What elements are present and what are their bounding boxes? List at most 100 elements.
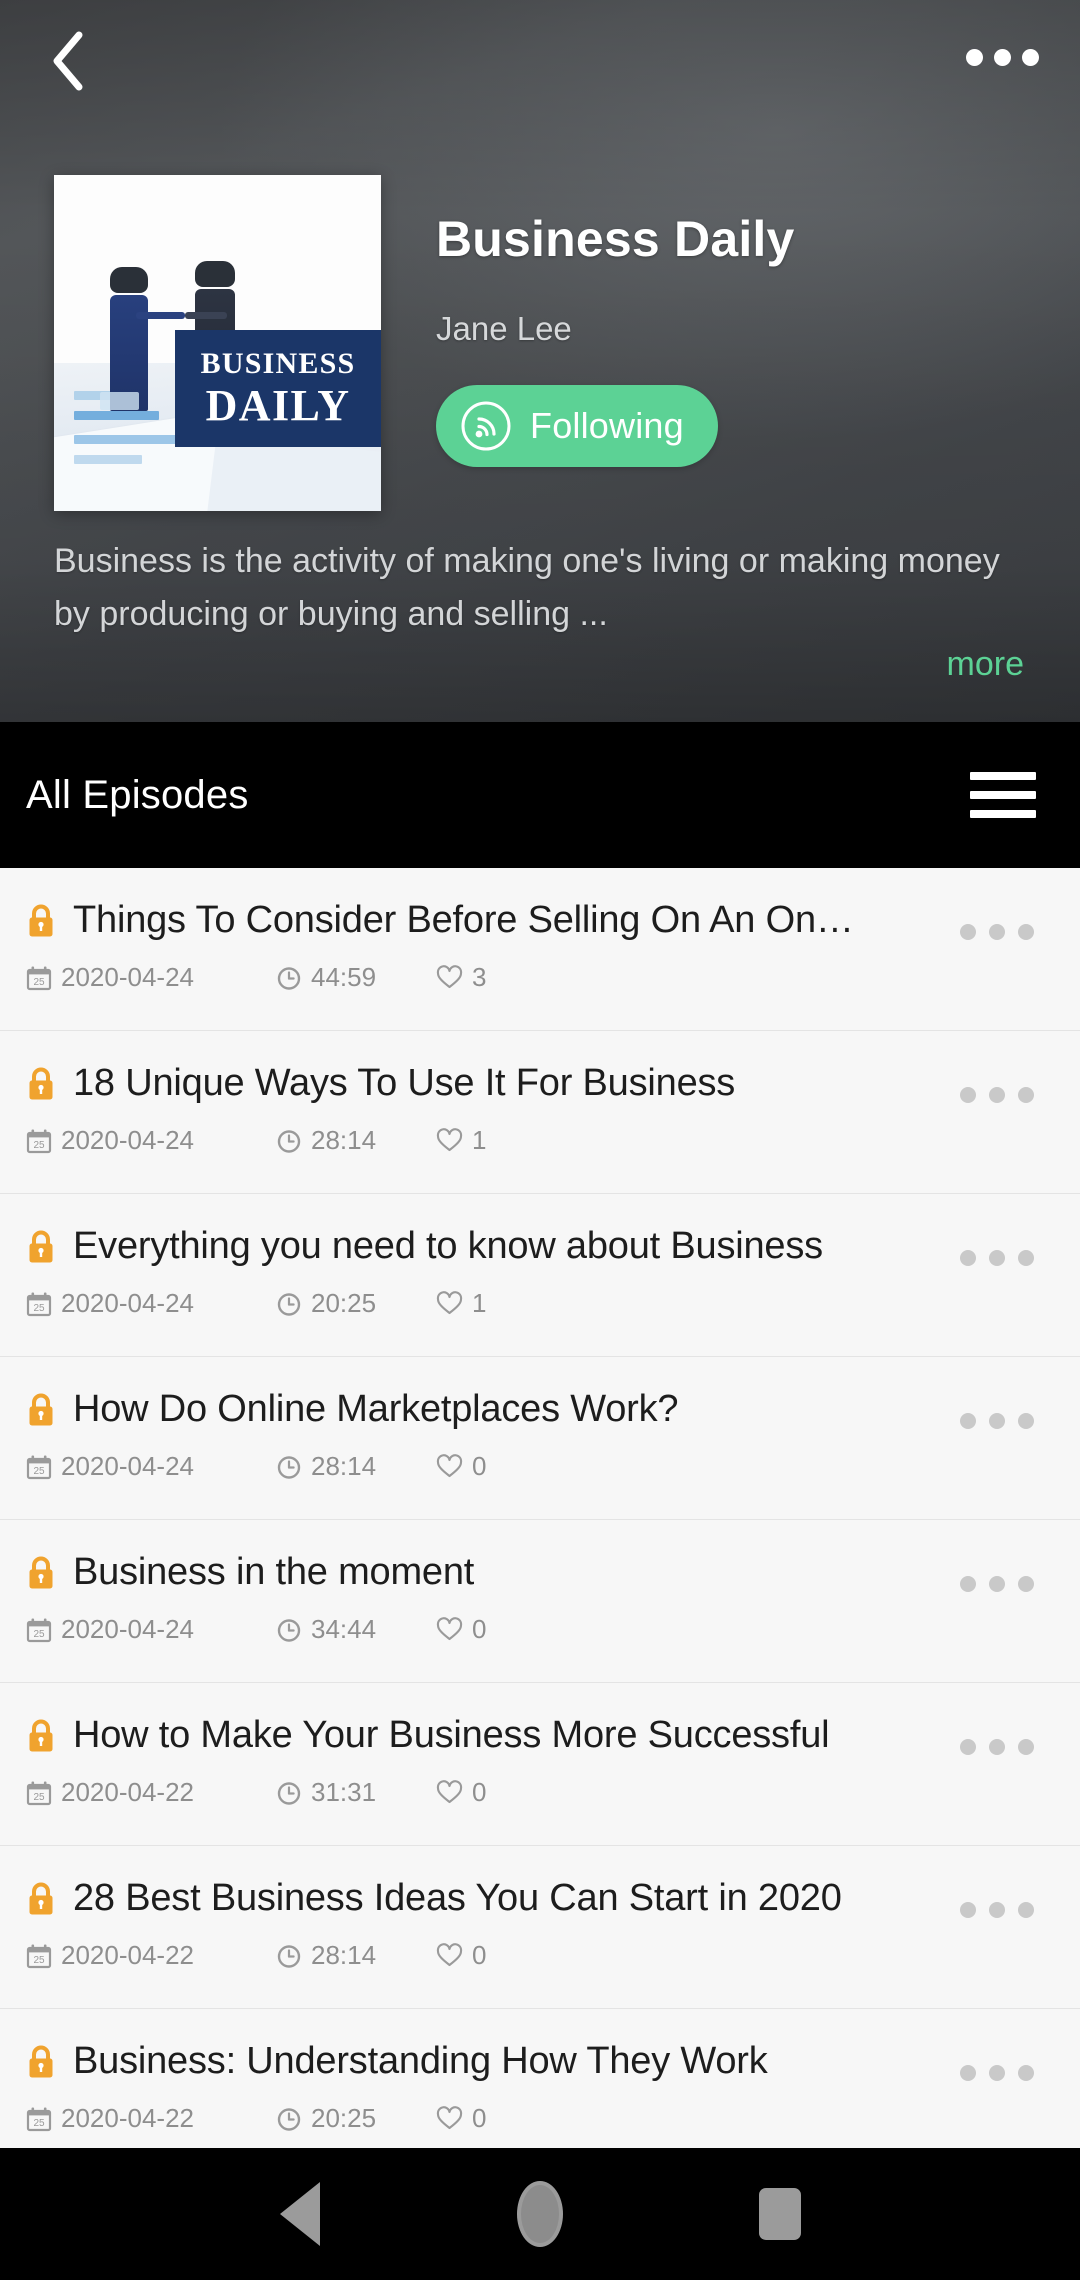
episode-likes[interactable]: 0 [436, 1940, 486, 1971]
clock-icon [276, 1943, 302, 1969]
episode-overflow-button[interactable] [950, 1240, 1044, 1276]
header-overflow-button[interactable] [960, 34, 1044, 80]
svg-text:25: 25 [33, 977, 45, 988]
episode-row[interactable]: 18 Unique Ways To Use It For Business 25 2… [0, 1031, 1080, 1194]
episode-likes[interactable]: 1 [436, 1288, 486, 1319]
episode-likes[interactable]: 0 [436, 1777, 486, 1808]
episode-list[interactable]: Things To Consider Before Selling On An … [0, 868, 1080, 2148]
episode-title: Things To Consider Before Selling On An … [73, 899, 854, 941]
episode-date: 25 2020-04-22 [26, 2103, 276, 2134]
more-horizontal-icon [960, 1576, 976, 1592]
podcast-cover-art[interactable]: BUSINESS DAILY [54, 175, 381, 511]
lock-icon [26, 903, 56, 939]
episode-row[interactable]: How Do Online Marketplaces Work? 25 2020-0… [0, 1357, 1080, 1520]
episode-overflow-button[interactable] [950, 1729, 1044, 1765]
description-more-link[interactable]: more [947, 645, 1024, 684]
hamburger-menu-icon[interactable] [970, 769, 1036, 821]
episode-title: Everything you need to know about Busine… [73, 1225, 823, 1267]
episode-date: 25 2020-04-22 [26, 1940, 276, 1971]
episode-date: 25 2020-04-24 [26, 1288, 276, 1319]
all-episodes-title: All Episodes [26, 772, 249, 817]
android-recents-icon [759, 2188, 801, 2240]
more-horizontal-icon [1018, 1576, 1034, 1592]
episode-overflow-button[interactable] [950, 914, 1044, 950]
cover-banner-line1: BUSINESS [200, 346, 356, 380]
clock-icon [276, 1291, 302, 1317]
heart-icon [436, 965, 463, 990]
rss-broadcast-icon [460, 400, 512, 452]
episode-row[interactable]: How to Make Your Business More Successfu… [0, 1683, 1080, 1846]
cover-banner: BUSINESS DAILY [175, 329, 381, 448]
heart-icon [436, 1617, 463, 1642]
calendar-icon: 25 [26, 1291, 52, 1317]
episode-title: Business: Understanding How They Work [73, 2040, 768, 2082]
more-horizontal-icon [1018, 2065, 1034, 2081]
episode-duration-value: 28:14 [311, 1451, 377, 1481]
lock-icon [26, 1718, 56, 1754]
clock-icon [276, 965, 302, 991]
episode-title: How Do Online Marketplaces Work? [73, 1388, 679, 1430]
episode-row[interactable]: Business: Understanding How They Work 25 2… [0, 2009, 1080, 2148]
episode-date-value: 2020-04-22 [61, 2103, 194, 2133]
more-horizontal-icon [1018, 924, 1034, 940]
episode-overflow-button[interactable] [950, 2055, 1044, 2091]
calendar-icon: 25 [26, 965, 52, 991]
episode-date-value: 2020-04-24 [61, 1288, 194, 1318]
episode-overflow-button[interactable] [950, 1566, 1044, 1602]
episode-duration: 31:31 [276, 1777, 436, 1808]
episode-row[interactable]: 28 Best Business Ideas You Can Start in … [0, 1846, 1080, 2009]
episode-likes[interactable]: 0 [436, 1614, 486, 1645]
more-horizontal-icon [1018, 1902, 1034, 1918]
episode-title: 28 Best Business Ideas You Can Start in … [73, 1877, 842, 1919]
more-horizontal-icon [989, 1250, 1005, 1266]
episode-meta: 25 2020-04-24 28:14 1 [26, 1125, 1080, 1156]
calendar-icon: 25 [26, 1943, 52, 1969]
more-horizontal-icon [989, 2065, 1005, 2081]
more-horizontal-icon [960, 924, 976, 940]
clock-icon [276, 2106, 302, 2132]
android-back-button[interactable] [180, 2182, 420, 2246]
app-screen: BUSINESS DAILY Business Daily Jane Lee F… [0, 0, 1080, 2280]
episode-overflow-button[interactable] [950, 1403, 1044, 1439]
episode-likes-value: 0 [472, 1614, 487, 1644]
episode-title: 18 Unique Ways To Use It For Business [73, 1062, 736, 1104]
episode-meta: 25 2020-04-22 20:25 0 [26, 2103, 1080, 2134]
episode-duration-value: 28:14 [311, 1940, 377, 1970]
calendar-icon: 25 [26, 1454, 52, 1480]
episode-date: 25 2020-04-24 [26, 1125, 276, 1156]
top-toolbar [0, 0, 1080, 110]
episode-date: 25 2020-04-24 [26, 962, 276, 993]
clock-icon [276, 1128, 302, 1154]
episode-overflow-button[interactable] [950, 1892, 1044, 1928]
episode-duration-value: 31:31 [311, 1777, 377, 1807]
episode-likes[interactable]: 0 [436, 2103, 486, 2134]
more-horizontal-icon [960, 1413, 976, 1429]
episode-overflow-button[interactable] [950, 1077, 1044, 1113]
episode-likes[interactable]: 3 [436, 962, 486, 993]
episode-title-line: 28 Best Business Ideas You Can Start in … [26, 1846, 1080, 1920]
episode-duration-value: 34:44 [311, 1614, 377, 1644]
episode-likes[interactable]: 1 [436, 1125, 486, 1156]
episode-duration: 28:14 [276, 1451, 436, 1482]
clock-icon [276, 1617, 302, 1643]
episode-title: Business in the moment [73, 1551, 475, 1593]
episode-duration: 20:25 [276, 2103, 436, 2134]
following-button[interactable]: Following [436, 385, 718, 467]
android-recents-button[interactable] [660, 2188, 900, 2240]
android-home-button[interactable] [420, 2181, 660, 2247]
episode-row[interactable]: Things To Consider Before Selling On An … [0, 868, 1080, 1031]
clock-icon [276, 1454, 302, 1480]
episode-title-line: How to Make Your Business More Successfu… [26, 1683, 1080, 1757]
episode-row[interactable]: Everything you need to know about Busine… [0, 1194, 1080, 1357]
more-horizontal-icon [989, 924, 1005, 940]
episode-row[interactable]: Business in the moment 25 2020-04-24 34:44 0 [0, 1520, 1080, 1683]
episode-title-line: Business in the moment [26, 1520, 1080, 1594]
episode-likes[interactable]: 0 [436, 1451, 486, 1482]
episode-meta: 25 2020-04-24 20:25 1 [26, 1288, 1080, 1319]
episode-date-value: 2020-04-22 [61, 1777, 194, 1807]
more-horizontal-icon [989, 1413, 1005, 1429]
lock-icon [26, 1555, 56, 1591]
back-button[interactable] [34, 26, 104, 96]
svg-text:25: 25 [33, 1140, 45, 1151]
episode-duration-value: 28:14 [311, 1125, 377, 1155]
